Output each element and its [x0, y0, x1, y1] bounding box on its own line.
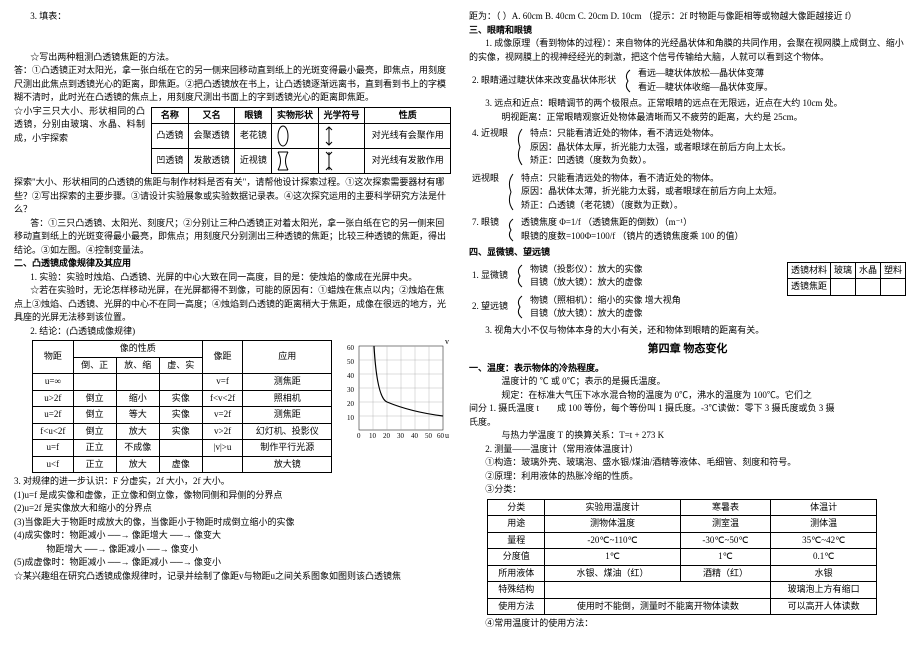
thermometer-usage: ④常用温度计的使用方法：: [469, 617, 906, 631]
rule-3-4b: 物距增大 ──→ 像距减小 ──→ 像变小: [14, 543, 451, 557]
svg-text:v: v: [445, 338, 449, 346]
thermometer-struct: ①构造：玻璃外壳、玻璃泡、盛水银/煤油/酒精等液体、毛细管、刻度和符号。: [469, 456, 906, 470]
conclusion-label: 2. 结论：(凸透镜成像规律): [14, 325, 451, 339]
svg-text:60: 60: [437, 432, 445, 440]
thermometer: 2. 测量——温度计（常用液体温度计）: [469, 443, 906, 457]
brace-icon: [514, 127, 524, 167]
myopia-brace: 4. 近视眼 特点：只能看清近处的物体，看不清远处物体。原因：晶状体太厚，折光能…: [469, 126, 794, 169]
vu-graph: v 60 50 40 30 20 10 0 10 20 30 40 50 60 u: [341, 338, 451, 448]
telescope-brace: 2. 望远镜 物镜（照相机）：缩小的实像 增大视角目镜（放大镜）：放大的虚像: [469, 293, 684, 322]
focus-question: 距为：（ ）A. 60cm B. 40cm C. 20cm D. 10cm （提…: [469, 10, 906, 24]
microscope-brace: 1. 显微镜 物镜（投影仪）：放大的实像目镜（放大镜）：放大的虚像: [469, 262, 646, 291]
svg-text:30: 30: [347, 386, 355, 394]
temp-unit: 温度计的 ℃ 或 0℃；表示的是摄氏温度。: [469, 375, 906, 389]
ciliary-brace: 2. 眼睛通过睫状体来改变晶状体形状 看远—睫状体放松—晶状体变薄看近—睫状体收…: [469, 66, 776, 95]
concave-symbol-icon: [318, 149, 365, 174]
svg-text:10: 10: [369, 432, 377, 440]
convex-shape-icon: [272, 124, 319, 149]
svg-text:0: 0: [357, 432, 361, 440]
clear-distance: 明视距离：正常眼睛观察近处物体最清晰而又不疲劳的距离，大约是 25cm。: [469, 111, 906, 125]
convex-symbol-icon: [318, 124, 365, 149]
rule-3-5: (5)成虚像时：物距减小 ──→ 像距减小 ──→ 像变小: [14, 556, 451, 570]
far-near-point: 3. 远点和近点：眼睛调节的两个极限点。正常眼睛的远点在无限远，近点在大约 10…: [469, 97, 906, 111]
brace-icon: [505, 172, 515, 212]
section-2-title: 二、凸透镜成像规律及其应用: [14, 257, 451, 271]
svg-text:20: 20: [347, 400, 355, 408]
rule-3-2: (2)u=2f 是实像放大和缩小的分界点: [14, 502, 451, 516]
concave-shape-icon: [272, 149, 319, 174]
thermometer-table: 分类实验用温度计寒暑表体温计 用途测物体温度测室温测体温 量程-20℃~110℃…: [487, 499, 877, 616]
imaging-rules-table: 物距像的性质像距应用 倒、正放、缩虚、实 u=∞v=f测焦距 u>2f倒立缩小实…: [32, 340, 332, 473]
brace-icon: [514, 294, 524, 320]
no-image-reasons: ☆若在实验时，无论怎样移动光屏，在光屏都得不到像，可能的原因有：①蜡烛在焦点以内…: [14, 284, 451, 325]
glasses-brace: 7. 眼镜 透镜焦度 Φ=1/f （透镜焦距的倒数）（m⁻¹）眼镜的度数=100…: [469, 215, 747, 244]
svg-text:60: 60: [347, 344, 355, 352]
svg-text:10: 10: [347, 414, 355, 422]
thermometer-principle: ②原理：利用液体的热胀冷缩的性质。: [469, 470, 906, 484]
chapter-4-title: 第四章 物态变化: [469, 341, 906, 358]
visual-angle: 3. 视角大小不仅与物体本身的大小有关，还和物体到眼睛的距离有关。: [469, 324, 906, 338]
svg-text:50: 50: [425, 432, 433, 440]
section-4-title: 四、显微镜、望远镜: [469, 246, 906, 260]
rule-3: 3. 对规律的进一步认识：F 分虚实，2f 大小，2f 大小。: [14, 475, 451, 489]
rule-3-4: (4)成实像时：物距减小 ──→ 像距增大 ──→ 像变大: [14, 529, 451, 543]
group-note: ☆某兴趣组在研究凸透镜成像规律时，记录并绘制了像距v与物距u之间关系图象如图则该…: [14, 570, 451, 584]
svg-text:30: 30: [397, 432, 405, 440]
explore-question: 探索"大小、形状相同的凸透镜的焦距与制作材料是否有关"，请帮他设计探索过程。①这…: [14, 176, 451, 217]
answer1: 答：①凸透镜正对太阳光，拿一张白纸在它的另一侧来回移动直到纸上的光斑变得最小最亮…: [14, 64, 451, 105]
lens-material-table: 透镜材料玻璃水晶塑料 透镜焦距: [787, 262, 906, 296]
temperature-heading: 一、温度：表示物体的冷热程度。: [469, 362, 906, 376]
lens-table: 名称又名 眼镜实物形状 光学符号性质 凸透镜会聚透镜老花镜 对光线有会聚作用 凹…: [151, 107, 451, 175]
brace-icon: [514, 263, 524, 289]
temp-celsius: 间分 1. 摄氏温度 t 成 100 等份，每个等份叫 1 摄氏度。-3℃读做：…: [469, 402, 906, 416]
thermometer-types: ③分类：: [469, 483, 906, 497]
svg-text:u: u: [445, 431, 449, 440]
section-3-title: 三、眼睛和眼镜: [469, 24, 906, 38]
brace-icon: [505, 217, 515, 243]
hyperopia-brace: 远视眼 特点：只能看清远处的物体，看不清近处的物体。原因：晶状体太薄，折光能力太…: [469, 171, 785, 214]
svg-text:20: 20: [383, 432, 391, 440]
rule-3-3: (3)当像距大于物距时成放大的像，当像距小于物距时成倒立缩小的实像: [14, 516, 451, 530]
eye-principle: 1. 成像原理（看到物体的过程）：来自物体的光经晶状体和角膜的共同作用，会聚在视…: [469, 37, 906, 64]
svg-text:40: 40: [347, 372, 355, 380]
two-methods: ☆写出两种粗测凸透镜焦距的方法。: [14, 51, 451, 65]
svg-text:40: 40: [411, 432, 419, 440]
item-3: 3. 填表：: [14, 10, 451, 24]
explore-answer: 答：①三只凸透镜、太阳光、刻度尺；②分别让三种凸透镜正对着太阳光，拿一张白纸在它…: [14, 217, 451, 258]
exp-setup: 1. 实验：实验时烛焰、凸透镜、光屏的中心大致在同一高度，目的是：使烛焰的像成在…: [14, 271, 451, 285]
temp-def: 规定：在标准大气压下冰水混合物的温度为 0℃，沸水的温度为 100℃。它们之: [469, 389, 906, 403]
svg-text:50: 50: [347, 358, 355, 366]
temp-celsius2: 氏度。: [469, 416, 906, 430]
temp-kelvin: 与热力学温度 T 的换算关系：T=t + 273 K: [469, 429, 906, 443]
rule-3-1: (1)u=f 是成实像和虚像，正立像和倒立像，像物同侧和异侧的分界点: [14, 489, 451, 503]
brace-icon: [622, 68, 632, 94]
